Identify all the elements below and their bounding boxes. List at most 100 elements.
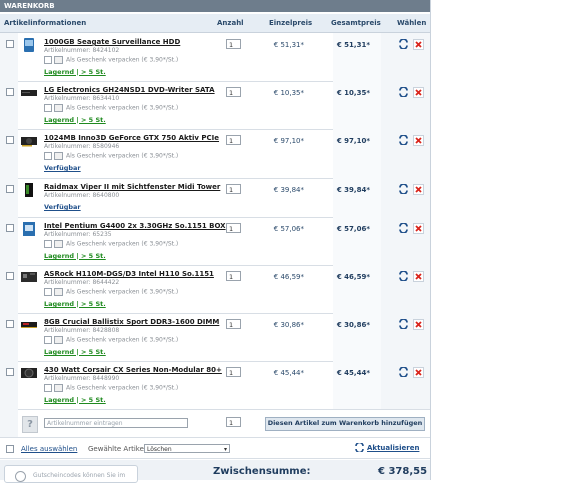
gift-wrap-option[interactable]: Als Geschenk verpacken (€ 3,90*/St.)	[44, 240, 178, 248]
cart-item-row: 1024MB Inno3D GeForce GTX 750 Aktiv PCIe…	[0, 129, 430, 179]
delete-icon[interactable]	[413, 223, 424, 234]
availability-link[interactable]: Lagernd | > 5 St.	[44, 348, 106, 356]
quantity-input[interactable]: 1	[226, 367, 241, 377]
gift-wrap-option[interactable]: Als Geschenk verpacken (€ 3,90*/St.)	[44, 384, 178, 392]
gift-wrap-option[interactable]: Als Geschenk verpacken (€ 3,90*/St.)	[44, 56, 178, 64]
product-name-link[interactable]: 430 Watt Corsair CX Series Non-Modular 8…	[44, 366, 222, 374]
total-price: € 51,31*	[336, 41, 370, 49]
product-name-link[interactable]: 8GB Crucial Ballistix Sport DDR3-1600 DI…	[44, 318, 219, 326]
quantity-input[interactable]: 1	[226, 223, 241, 233]
delete-icon[interactable]	[413, 87, 424, 98]
quantity-input[interactable]: 1	[226, 271, 241, 281]
gift-wrap-option[interactable]: Als Geschenk verpacken (€ 3,90*/St.)	[44, 152, 178, 160]
availability-link[interactable]: Lagernd | > 5 St.	[44, 116, 106, 124]
refresh-icon[interactable]	[399, 38, 408, 50]
refresh-icon[interactable]	[399, 183, 408, 195]
article-number: Artikelnummer: 8634410	[44, 95, 120, 102]
gift-checkbox[interactable]	[44, 288, 52, 296]
product-image[interactable]	[21, 318, 37, 332]
refresh-icon[interactable]	[399, 318, 408, 330]
product-image[interactable]	[21, 222, 37, 236]
subtotal-label: Zwischensumme:	[213, 466, 311, 477]
cart-item-row: LG Electronics GH24NSD1 DVD-Writer SATA …	[0, 81, 430, 130]
add-to-cart-button[interactable]: Diesen Artikel zum Warenkorb hinzufügen	[265, 417, 425, 431]
gift-label: Als Geschenk verpacken (€ 3,90*/St.)	[66, 240, 179, 248]
col-select: Wählen	[397, 19, 427, 27]
refresh-icon[interactable]	[355, 441, 364, 454]
quantity-input[interactable]: 1	[226, 39, 241, 49]
update-link[interactable]: Aktualisieren	[367, 444, 419, 452]
select-all-checkbox[interactable]	[6, 445, 14, 453]
select-all-link[interactable]: Alles auswählen	[21, 445, 77, 453]
add-article-row: ? Artikelnummer eintragen 1 Diesen Artik…	[0, 409, 430, 438]
availability-link[interactable]: Verfügbar	[44, 164, 81, 172]
product-name-link[interactable]: LG Electronics GH24NSD1 DVD-Writer SATA	[44, 86, 215, 94]
product-image[interactable]	[21, 183, 37, 197]
product-name-link[interactable]: Raidmax Viper II mit Sichtfenster Midi T…	[44, 183, 220, 191]
item-checkbox[interactable]	[6, 320, 14, 328]
gift-checkbox[interactable]	[44, 56, 52, 64]
refresh-icon[interactable]	[399, 222, 408, 234]
col-unit-price: Einzelpreis	[269, 19, 313, 27]
article-number: Artikelnummer: 8580946	[44, 143, 120, 150]
gift-checkbox[interactable]	[44, 240, 52, 248]
coupon-text: Gutscheincodes können Sie im	[33, 472, 126, 479]
gift-checkbox[interactable]	[44, 384, 52, 392]
delete-icon[interactable]	[413, 367, 424, 378]
article-number: Artikelnummer: 8644422	[44, 279, 120, 286]
product-image[interactable]	[21, 366, 37, 380]
gift-checkbox[interactable]	[44, 152, 52, 160]
gift-checkbox[interactable]	[44, 104, 52, 112]
availability-link[interactable]: Lagernd | > 5 St.	[44, 252, 106, 260]
refresh-icon[interactable]	[399, 270, 408, 282]
bulk-action-select[interactable]: Löschen ▾	[144, 444, 230, 453]
quantity-input[interactable]: 1	[226, 135, 241, 145]
gift-icon	[54, 56, 63, 64]
product-name-link[interactable]: 1000GB Seagate Surveillance HDD	[44, 38, 180, 46]
quantity-input[interactable]: 1	[226, 87, 241, 97]
refresh-icon[interactable]	[399, 86, 408, 98]
refresh-icon[interactable]	[399, 366, 408, 378]
product-name-link[interactable]: Intel Pentium G4400 2x 3.30GHz So.1151 B…	[44, 222, 226, 230]
availability-link[interactable]: Lagernd | > 5 St.	[44, 396, 106, 404]
delete-icon[interactable]	[413, 184, 424, 195]
product-name-link[interactable]: ASRock H110M-DGS/D3 Intel H110 So.1151	[44, 270, 214, 278]
unit-price: € 30,86*	[273, 321, 304, 329]
product-image[interactable]	[21, 38, 37, 52]
product-image[interactable]	[21, 86, 37, 100]
refresh-icon[interactable]	[399, 134, 408, 146]
gift-wrap-option[interactable]: Als Geschenk verpacken (€ 3,90*/St.)	[44, 336, 178, 344]
unit-price: € 39,84*	[273, 186, 304, 194]
item-checkbox[interactable]	[6, 368, 14, 376]
item-checkbox[interactable]	[6, 272, 14, 280]
item-checkbox[interactable]	[6, 224, 14, 232]
availability-link[interactable]: Lagernd | > 5 St.	[44, 68, 106, 76]
item-checkbox[interactable]	[6, 40, 14, 48]
add-qty-input[interactable]: 1	[226, 417, 241, 427]
availability-link[interactable]: Verfügbar	[44, 203, 81, 211]
delete-icon[interactable]	[413, 271, 424, 282]
subtotal-value: € 378,55	[378, 466, 428, 477]
product-image[interactable]	[21, 270, 37, 284]
delete-icon[interactable]	[413, 319, 424, 330]
item-checkbox[interactable]	[6, 185, 14, 193]
gift-wrap-option[interactable]: Als Geschenk verpacken (€ 3,90*/St.)	[44, 288, 178, 296]
gift-checkbox[interactable]	[44, 336, 52, 344]
product-image[interactable]	[21, 134, 37, 148]
delete-icon[interactable]	[413, 135, 424, 146]
total-price: € 46,59*	[336, 273, 370, 281]
delete-icon[interactable]	[413, 39, 424, 50]
product-name-link[interactable]: 1024MB Inno3D GeForce GTX 750 Aktiv PCIe	[44, 134, 219, 142]
unknown-product-icon: ?	[22, 416, 38, 433]
item-checkbox[interactable]	[6, 88, 14, 96]
availability-link[interactable]: Lagernd | > 5 St.	[44, 300, 106, 308]
gift-icon	[54, 152, 63, 160]
unit-price: € 97,10*	[273, 137, 304, 145]
gift-wrap-option[interactable]: Als Geschenk verpacken (€ 3,90*/St.)	[44, 104, 178, 112]
article-number: Artikelnummer: 65235	[44, 231, 112, 238]
quantity-input[interactable]: 1	[226, 319, 241, 329]
quantity-input[interactable]: 1	[226, 184, 241, 194]
col-total-price: Gesamtpreis	[331, 19, 381, 27]
article-number-input[interactable]: Artikelnummer eintragen	[44, 418, 188, 428]
item-checkbox[interactable]	[6, 136, 14, 144]
